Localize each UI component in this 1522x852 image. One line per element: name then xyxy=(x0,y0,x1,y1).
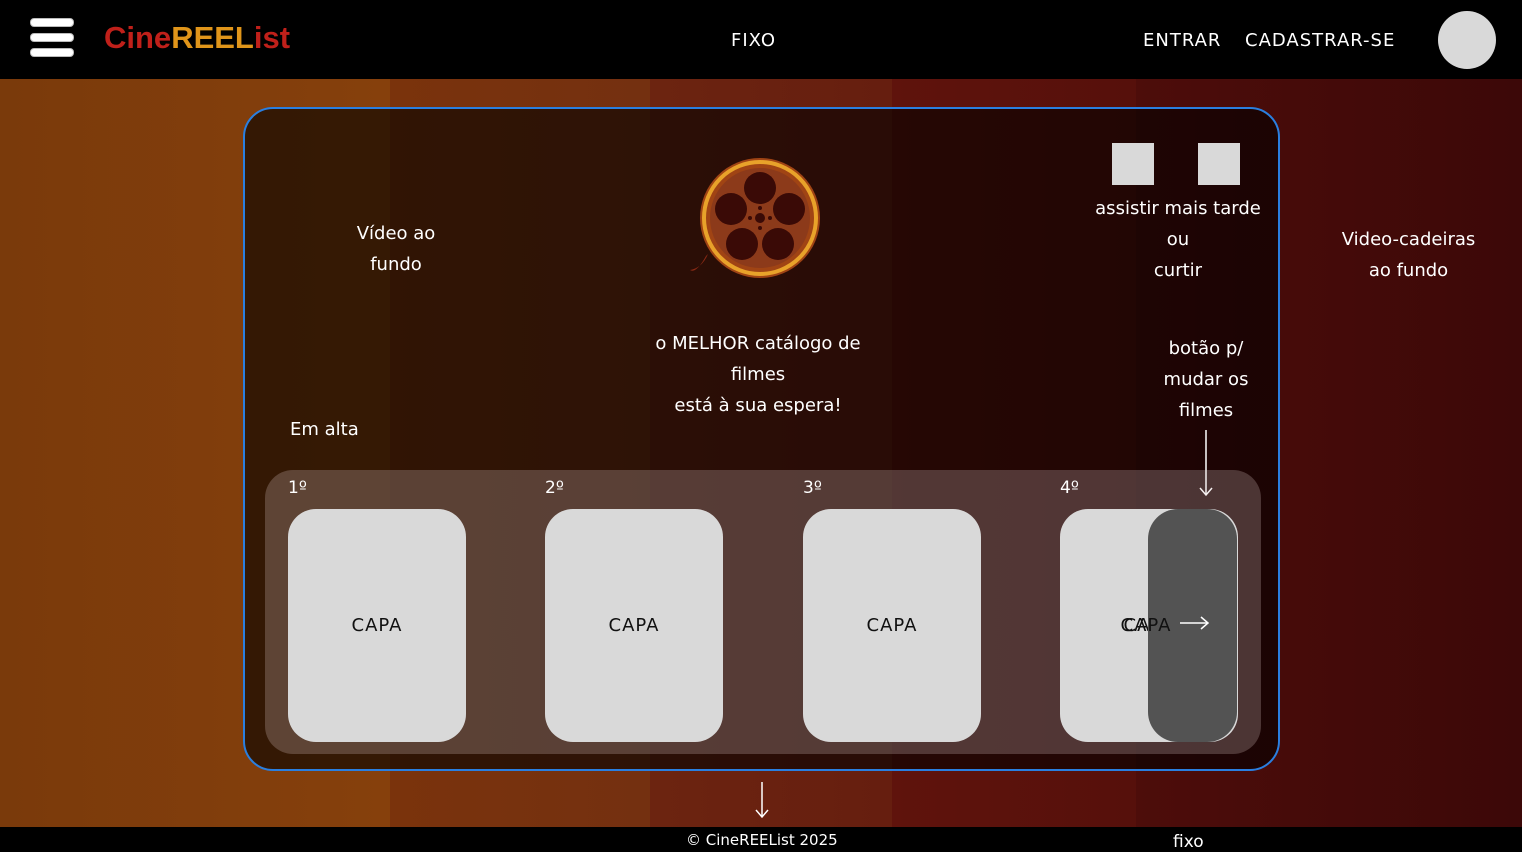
movie-cover-card[interactable]: CAPA xyxy=(803,509,981,742)
logo[interactable]: CineREEList xyxy=(104,20,290,56)
rank-label: 1º xyxy=(288,478,307,498)
hamburger-icon[interactable] xyxy=(30,18,74,58)
fixed-footer-label: fixo xyxy=(1173,832,1204,852)
actions-note: assistir mais tarde ou curtir xyxy=(1095,198,1261,281)
rank-label: 2º xyxy=(545,478,564,498)
next-button-note: botão p/ mudar os filmes xyxy=(1163,338,1249,421)
movie-cover-card[interactable]: CAPA xyxy=(288,509,466,742)
background-video-note: Vídeo ao fundo xyxy=(356,223,436,275)
fixed-header-label: FIXO xyxy=(731,30,777,51)
video-chairs-note: Video-cadeiras ao fundo xyxy=(1341,229,1476,281)
avatar[interactable] xyxy=(1438,11,1496,69)
movie-cover-card[interactable]: CAPA xyxy=(545,509,723,742)
top-bar: CineREEList FIXO ENTRAR CADASTRAR-SE xyxy=(0,0,1522,79)
login-link[interactable]: ENTRAR xyxy=(1143,30,1221,51)
arrow-right-icon xyxy=(1180,616,1210,630)
tagline: o MELHOR catálogo de filmes está à sua e… xyxy=(655,333,861,416)
copyright-text: © CineREEList 2025 xyxy=(686,831,838,849)
signup-link[interactable]: CADASTRAR-SE xyxy=(1245,30,1395,51)
arrow-down-icon xyxy=(755,782,769,819)
trending-label: Em alta xyxy=(290,419,359,440)
film-reel-icon xyxy=(690,158,820,278)
watch-later-button[interactable] xyxy=(1112,143,1154,185)
rank-label: 3º xyxy=(803,478,822,498)
rank-label: 4º xyxy=(1060,478,1079,498)
like-button[interactable] xyxy=(1198,143,1240,185)
